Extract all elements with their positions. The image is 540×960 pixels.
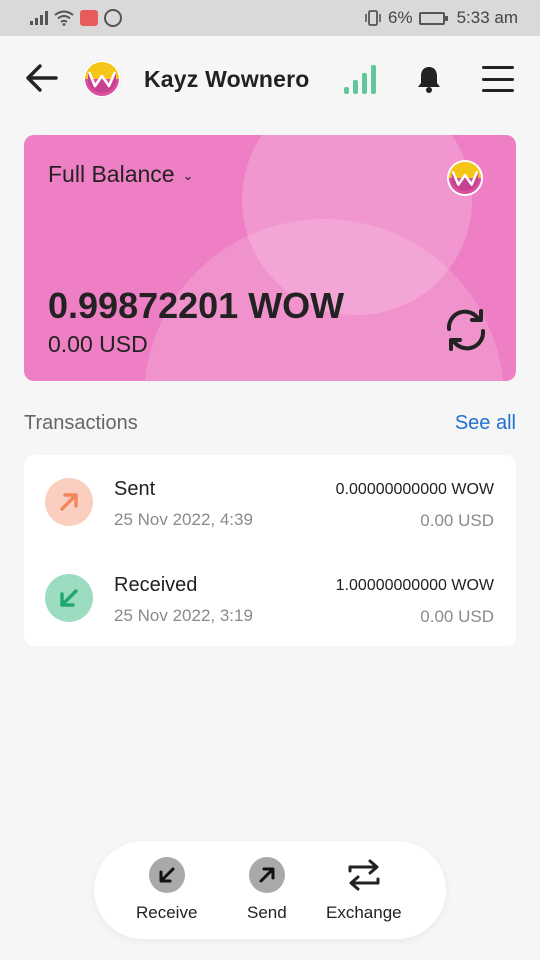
fiat-balance: 0.00 USD xyxy=(48,331,148,357)
transactions-header: Transactions See all xyxy=(24,412,516,440)
app-bar: Kayz Wownero xyxy=(0,52,540,108)
see-all-link[interactable]: See all xyxy=(455,412,516,435)
receive-button[interactable]: Receive xyxy=(136,857,197,923)
transaction-fiat: 0.00 USD xyxy=(420,607,494,626)
transaction-row-sent[interactable]: Sent 25 Nov 2022, 4:39 0.00000000000 WOW… xyxy=(24,455,516,550)
arrow-up-right-icon xyxy=(45,478,93,526)
transactions-title: Transactions xyxy=(24,412,138,434)
send-button[interactable]: Send xyxy=(247,857,287,923)
cell-signal-icon xyxy=(30,11,48,25)
transaction-amount: 1.00000000000 WOW xyxy=(335,577,494,594)
bell-icon[interactable] xyxy=(414,64,444,94)
exchange-button[interactable]: Exchange xyxy=(326,857,402,923)
wallet-name[interactable]: Kayz Wownero xyxy=(144,66,310,93)
balance-type-dropdown[interactable]: Full Balance ⌄ xyxy=(48,161,193,188)
transaction-fiat: 0.00 USD xyxy=(420,511,494,530)
transaction-row-received[interactable]: Received 25 Nov 2022, 3:19 1.00000000000… xyxy=(24,551,516,646)
status-bar: 6% 5:33 am xyxy=(0,0,540,36)
balance-card: Full Balance ⌄ 0.99872201 WOW 0.00 USD xyxy=(24,135,516,381)
send-label: Send xyxy=(247,903,287,922)
transaction-date: 25 Nov 2022, 4:39 xyxy=(114,510,253,529)
wifi-icon xyxy=(54,10,74,26)
balance-type-label: Full Balance xyxy=(48,161,175,187)
chevron-down-icon: ⌄ xyxy=(182,167,194,183)
battery-percent: 6% xyxy=(387,8,413,27)
arrow-down-left-icon xyxy=(148,857,185,893)
wownero-logo-icon xyxy=(446,159,484,197)
exchange-label: Exchange xyxy=(326,903,402,922)
transaction-type: Sent xyxy=(114,478,156,500)
vibrate-icon xyxy=(365,10,381,26)
wownero-logo-icon xyxy=(82,59,122,99)
transaction-type: Received xyxy=(114,574,198,596)
transactions-list: Sent 25 Nov 2022, 4:39 0.00000000000 WOW… xyxy=(24,455,516,646)
bottom-action-bar: Receive Send Exchange xyxy=(94,841,446,939)
receive-label: Receive xyxy=(136,903,198,922)
back-arrow-icon[interactable] xyxy=(24,60,60,96)
battery-icon xyxy=(418,11,448,25)
transaction-amount: 0.00000000000 WOW xyxy=(335,481,494,498)
arrow-up-right-icon xyxy=(248,857,285,893)
refresh-icon[interactable] xyxy=(442,307,490,353)
crypto-balance: 0.99872201 WOW xyxy=(48,285,345,326)
transaction-date: 25 Nov 2022, 3:19 xyxy=(114,606,253,625)
notification-app-icon xyxy=(80,10,98,26)
arrow-down-left-icon xyxy=(45,574,93,622)
menu-icon[interactable] xyxy=(482,66,514,92)
clock: 5:33 am xyxy=(456,8,518,27)
exchange-arrows-icon xyxy=(346,857,382,893)
whatsapp-icon xyxy=(104,9,122,27)
sync-status-icon[interactable] xyxy=(344,64,376,94)
